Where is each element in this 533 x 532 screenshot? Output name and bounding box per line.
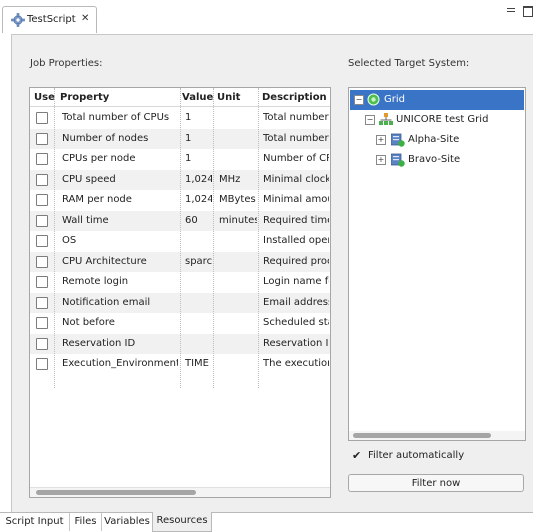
gear-icon (11, 13, 25, 27)
column-divider (180, 88, 181, 388)
collapse-icon[interactable]: − (354, 95, 364, 105)
target-system-tree: − Grid − UNICORE test Grid + Alpha-Site … (348, 87, 526, 441)
value-cell[interactable]: 1,024 (185, 194, 212, 205)
unit-cell[interactable]: MHz (219, 174, 257, 185)
column-divider (258, 88, 259, 388)
value-cell[interactable]: sparc (185, 256, 212, 267)
property-cell: Wall time (62, 214, 109, 226)
scrollbar-thumb[interactable] (353, 433, 491, 438)
use-checkbox[interactable] (36, 214, 48, 227)
use-checkbox[interactable] (36, 194, 48, 206)
description-cell: Required time (263, 214, 329, 226)
description-cell: Minimal amou (263, 194, 329, 205)
use-checkbox[interactable] (36, 153, 48, 165)
property-cell: CPU speed (62, 173, 116, 185)
selected-target-system-label: Selected Target System: (348, 58, 470, 69)
column-header-use[interactable]: Use (34, 92, 55, 103)
use-checkbox[interactable] (36, 235, 48, 247)
unit-cell[interactable]: MBytes (219, 194, 257, 205)
tree-item-label: Alpha-Site (408, 134, 460, 145)
property-cell: Reservation ID (62, 337, 136, 349)
tree-item-unicore-test-grid[interactable]: − UNICORE test Grid (350, 110, 524, 130)
property-cell: Execution_Environments (62, 358, 178, 369)
property-cell: Notification email (62, 296, 151, 308)
description-cell: Required proc (263, 255, 329, 267)
description-cell: Minimal clock (263, 173, 329, 185)
tree-item-bravo-site[interactable]: + Bravo-Site (350, 150, 524, 170)
grid-globe-icon (367, 93, 380, 106)
maximize-icon[interactable] (523, 6, 533, 17)
value-cell[interactable]: 1 (185, 153, 212, 164)
tab-files[interactable]: Files (70, 513, 102, 531)
property-cell: Not before (62, 317, 115, 328)
column-header-property[interactable]: Property (60, 92, 109, 103)
column-header-value[interactable]: Value (182, 92, 213, 103)
property-cell: Total number of CPUs (62, 112, 170, 123)
value-cell[interactable]: 1 (185, 112, 212, 123)
tree-horizontal-scrollbar[interactable] (349, 431, 525, 440)
collapse-icon[interactable]: − (365, 115, 375, 125)
tree-item-label: Grid (384, 94, 405, 105)
description-cell: Reservation ID (263, 337, 329, 349)
value-cell[interactable]: 60 (185, 215, 212, 226)
close-icon[interactable]: ✕ (81, 13, 89, 24)
description-cell: Total number (263, 132, 329, 144)
unit-cell[interactable]: minutes (219, 215, 257, 226)
property-cell: RAM per node (62, 194, 132, 205)
job-properties-label: Job Properties: (30, 58, 103, 69)
checkmark-icon: ✔ (352, 449, 362, 462)
editor-tab-bar: TestScript ✕ (0, 0, 533, 34)
value-cell[interactable]: TIME (185, 358, 212, 369)
job-properties-table: Use Property Value Unit Description Tota… (29, 87, 331, 498)
use-checkbox[interactable] (36, 358, 48, 370)
tree-item-grid[interactable]: − Grid (350, 90, 524, 110)
value-cell[interactable]: 1,024 (185, 174, 212, 185)
property-cell: OS (62, 235, 77, 246)
column-divider (54, 88, 55, 388)
use-checkbox[interactable] (36, 337, 48, 350)
editor-tab-title: TestScript (27, 14, 76, 25)
description-cell: The execution (263, 358, 329, 369)
property-cell: Remote login (62, 276, 129, 287)
description-cell: Scheduled sta (263, 317, 329, 328)
description-cell: Email address (263, 296, 329, 308)
bottom-tab-bar: Script Input Files Variables Resources (0, 512, 533, 532)
description-cell: Number of CP (263, 153, 329, 164)
use-checkbox[interactable] (36, 276, 48, 288)
use-checkbox[interactable] (36, 132, 48, 145)
filter-automatically-label: Filter automatically (368, 450, 465, 461)
description-cell: Login name fo (263, 276, 329, 287)
minimize-icon[interactable] (507, 8, 515, 12)
description-cell: Total number (263, 112, 329, 123)
column-header-description[interactable]: Description (262, 92, 327, 103)
column-header-unit[interactable]: Unit (217, 92, 240, 103)
editor-tab-testscript[interactable]: TestScript ✕ (2, 6, 97, 33)
tab-resources[interactable]: Resources (152, 512, 212, 532)
description-cell: Installed oper: (263, 235, 329, 246)
expand-icon[interactable]: + (376, 135, 386, 145)
tree-item-label: Bravo-Site (408, 154, 461, 165)
tab-variables[interactable]: Variables (102, 513, 153, 531)
filter-now-button[interactable]: Filter now (348, 474, 524, 492)
value-cell[interactable]: 1 (185, 133, 212, 144)
tab-script-input[interactable]: Script Input (0, 513, 70, 531)
use-checkbox[interactable] (36, 112, 48, 124)
tree-item-alpha-site[interactable]: + Alpha-Site (350, 130, 524, 150)
use-checkbox[interactable] (36, 173, 48, 186)
property-cell: CPUs per node (62, 153, 136, 164)
use-checkbox[interactable] (36, 255, 48, 268)
site-server-icon (391, 153, 405, 167)
table-horizontal-scrollbar[interactable] (30, 487, 330, 497)
use-checkbox[interactable] (36, 296, 48, 309)
property-cell: Number of nodes (62, 132, 149, 144)
tree-item-label: UNICORE test Grid (396, 114, 489, 125)
use-checkbox[interactable] (36, 317, 48, 329)
expand-icon[interactable]: + (376, 155, 386, 165)
property-cell: CPU Architecture (62, 255, 147, 267)
network-icon (379, 113, 393, 125)
window-controls (503, 6, 533, 20)
scrollbar-thumb[interactable] (36, 490, 196, 495)
site-server-icon (391, 133, 405, 147)
column-divider (213, 88, 214, 388)
